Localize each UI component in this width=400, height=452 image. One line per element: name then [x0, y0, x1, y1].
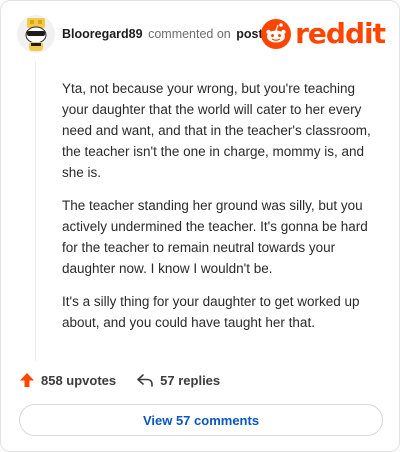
reddit-logo[interactable]: reddit [261, 17, 386, 50]
thread-line [35, 61, 36, 361]
comment-actions: 858 upvotes 57 replies [19, 369, 240, 391]
reply-arrow-icon [137, 374, 153, 387]
view-comments-button[interactable]: View 57 comments [19, 404, 383, 436]
action-text: commented on [148, 27, 231, 41]
upvote-arrow-icon [20, 373, 34, 387]
comment-paragraph: The teacher standing her ground was sill… [62, 198, 368, 276]
replies-button[interactable]: 57 replies [136, 372, 220, 388]
upvote-count: 858 upvotes [41, 372, 117, 388]
post-link[interactable]: post [236, 27, 262, 41]
comment-paragraph: It's a silly thing for your daughter to … [62, 294, 360, 330]
username[interactable]: Blooregard89 [62, 27, 143, 41]
comment-paragraph: Yta, not because your wrong, but you're … [62, 81, 371, 180]
comment-card: Blooregard89 commented on post reddit Yt… [0, 0, 400, 452]
avatar-icon [17, 15, 55, 53]
comment-body: Yta, not because your wrong, but you're … [62, 78, 382, 345]
reddit-wordmark: reddit [295, 17, 386, 50]
reddit-snoo-icon [261, 19, 292, 49]
reply-count: 57 replies [160, 372, 221, 388]
comment-header: Blooregard89 commented on post reddit [17, 15, 386, 55]
comment-meta: Blooregard89 commented on post [62, 27, 263, 41]
user-avatar[interactable] [17, 15, 55, 53]
upvote-button[interactable]: 858 upvotes [19, 372, 116, 388]
